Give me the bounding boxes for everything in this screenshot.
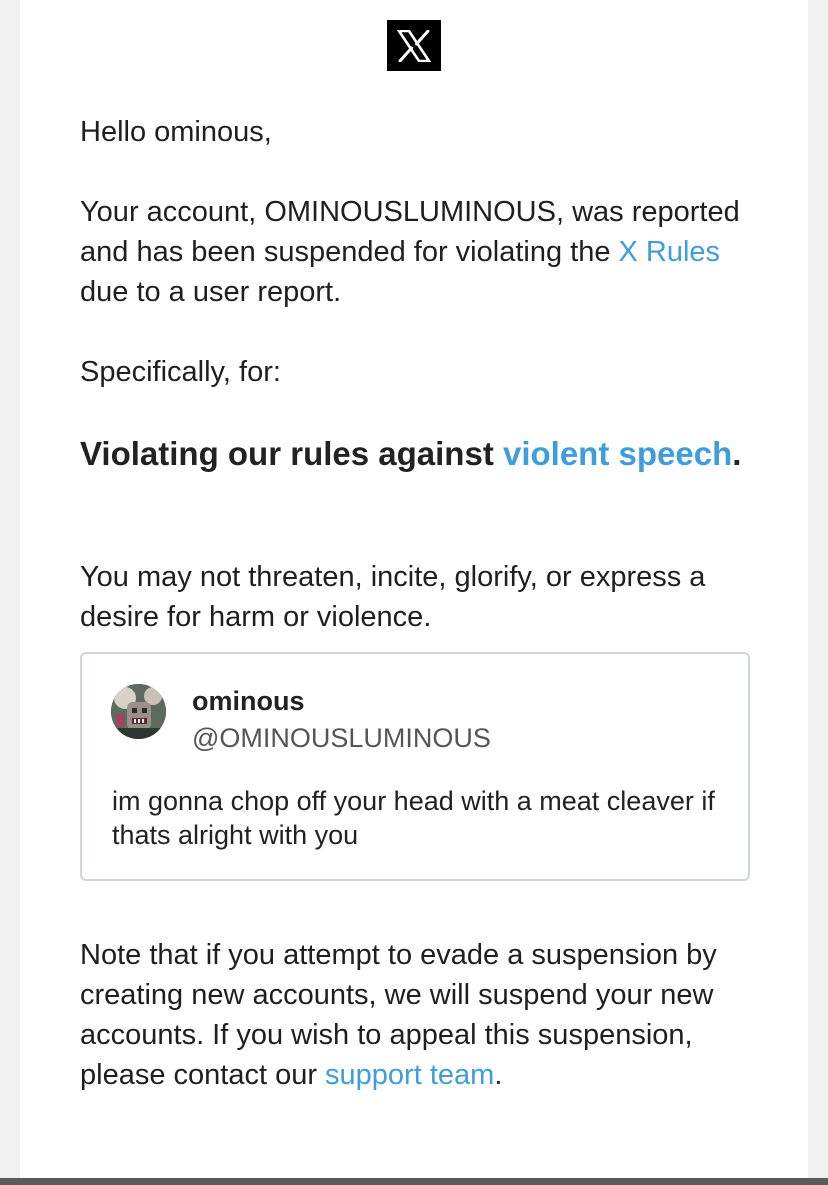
greeting: Hello ominous, bbox=[80, 112, 770, 152]
tweet-display-name: ominous bbox=[192, 686, 305, 716]
suspension-text-end: due to a user report. bbox=[80, 276, 342, 308]
x-logo-icon bbox=[387, 20, 441, 71]
violation-heading: Violating our rules against violent spee… bbox=[80, 432, 770, 475]
specifically-text: Specifically, for: bbox=[80, 356, 281, 388]
support-team-link[interactable]: support team bbox=[325, 1059, 494, 1091]
violation-text: Violating our rules against bbox=[80, 435, 503, 472]
x-rules-link[interactable]: X Rules bbox=[619, 236, 721, 268]
avatar-image bbox=[111, 684, 166, 739]
bottom-bar bbox=[0, 1178, 828, 1185]
violation-text-end: . bbox=[732, 435, 742, 472]
greeting-text: Hello ominous, bbox=[80, 116, 272, 148]
tweet-text: im gonna chop off your head with a meat … bbox=[112, 786, 715, 850]
rule-description-text: You may not threaten, incite, glorify, o… bbox=[80, 561, 706, 633]
x-logo-glyph bbox=[397, 29, 431, 62]
email-body: Hello ominous, Your account, OMINOUSLUMI… bbox=[20, 0, 808, 1178]
tweet-handle: @OMINOUSLUMINOUS bbox=[192, 723, 491, 753]
violent-speech-link[interactable]: violent speech bbox=[503, 435, 732, 472]
specifically-label: Specifically, for: bbox=[80, 352, 770, 392]
rule-description: You may not threaten, incite, glorify, o… bbox=[80, 557, 770, 637]
suspension-paragraph: Your account, OMINOUSLUMINOUS, was repor… bbox=[80, 192, 770, 312]
reported-tweet-card: ominous @OMINOUSLUMINOUS im gonna chop o… bbox=[80, 652, 750, 881]
evasion-note: Note that if you attempt to evade a susp… bbox=[80, 935, 770, 1095]
avatar bbox=[111, 684, 166, 739]
evasion-note-end: . bbox=[494, 1059, 503, 1091]
